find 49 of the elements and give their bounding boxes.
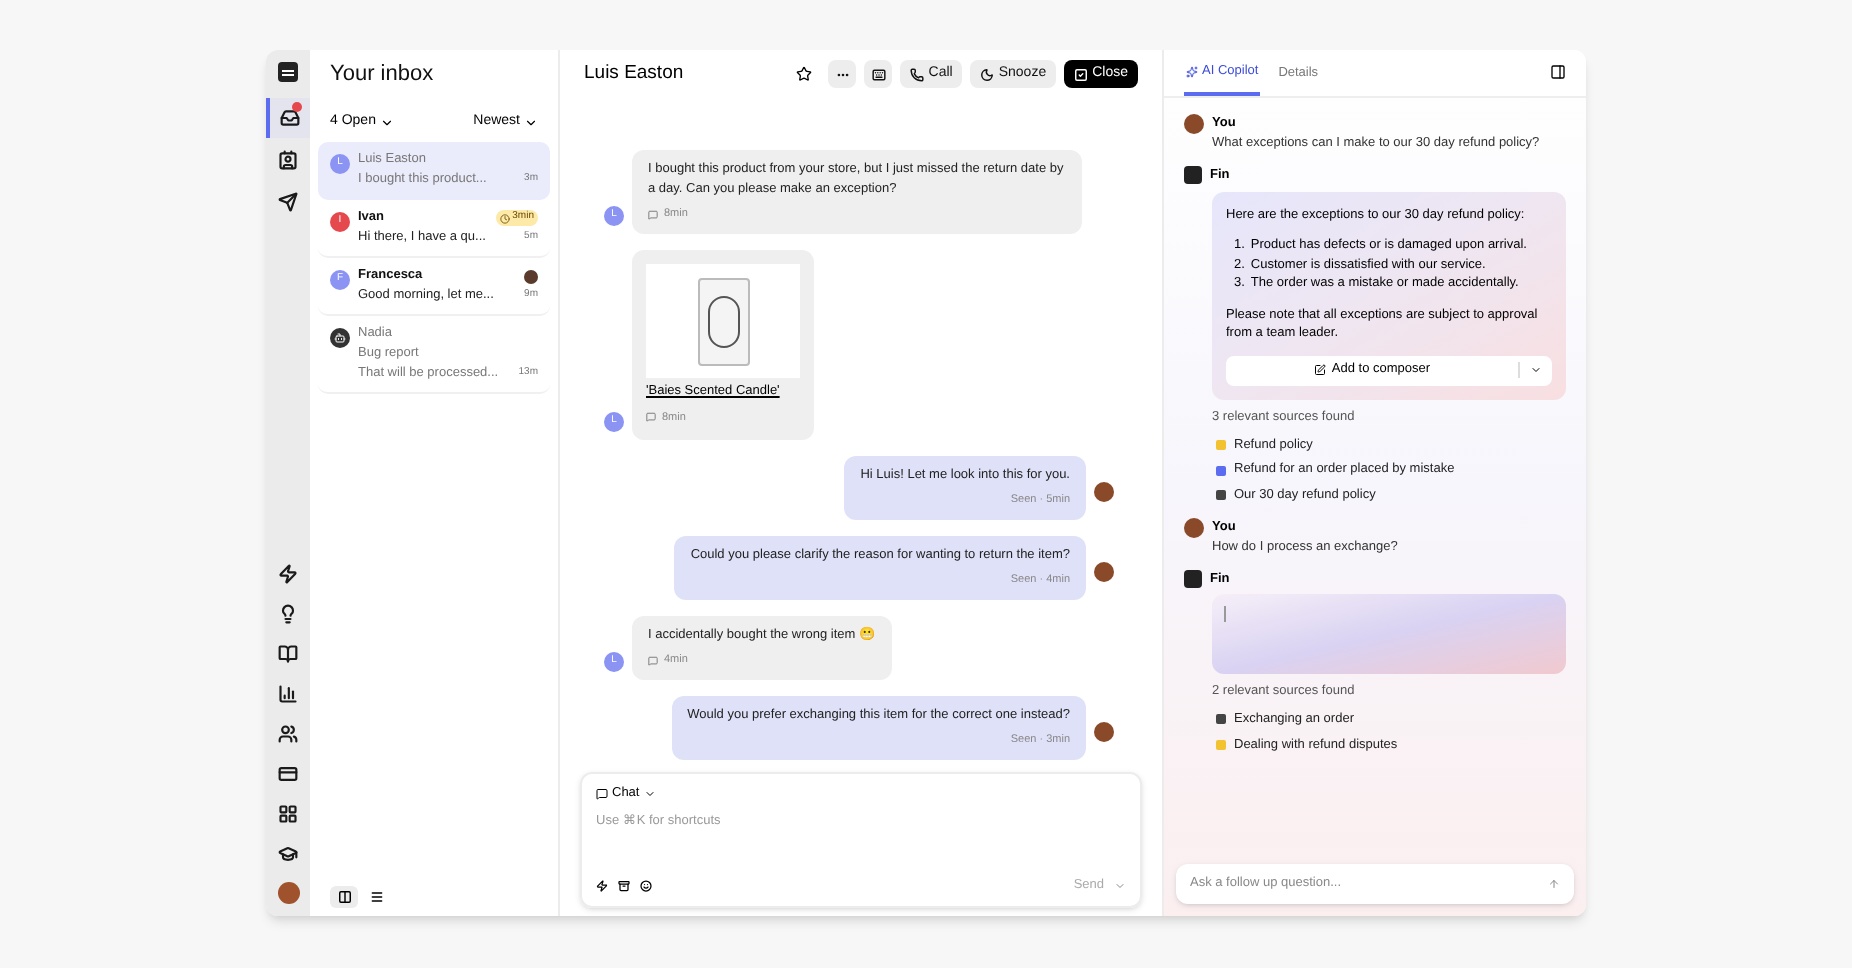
contact-card-icon bbox=[278, 150, 298, 170]
bar-chart-icon bbox=[278, 684, 298, 704]
logo-icon[interactable] bbox=[278, 62, 298, 82]
chevron-down-icon[interactable] bbox=[1530, 364, 1542, 377]
agent-avatar bbox=[1094, 562, 1114, 582]
paper-plane-icon bbox=[278, 192, 298, 212]
book-icon bbox=[278, 644, 298, 664]
user-avatar bbox=[1184, 517, 1204, 538]
chat-icon bbox=[646, 412, 656, 423]
smile-icon[interactable] bbox=[640, 880, 652, 893]
agent-avatar bbox=[1094, 482, 1114, 502]
card-icon bbox=[278, 764, 298, 784]
nav-item[interactable] bbox=[266, 98, 310, 138]
graduation-cap-icon bbox=[278, 844, 298, 864]
check-square-icon bbox=[1074, 67, 1089, 81]
clock-icon bbox=[500, 213, 511, 223]
fin-logo-icon bbox=[1184, 166, 1202, 185]
moon-icon bbox=[980, 67, 995, 81]
lightning-icon bbox=[278, 564, 298, 584]
people-icon bbox=[278, 724, 298, 744]
text-cursor bbox=[1224, 606, 1226, 623]
user-avatar bbox=[1184, 114, 1204, 134]
inbox-title: Your inbox bbox=[330, 59, 434, 90]
chevron-down-icon bbox=[643, 787, 656, 800]
columns-icon bbox=[337, 890, 351, 904]
phone-icon bbox=[910, 67, 925, 81]
user-avatar[interactable] bbox=[277, 882, 299, 904]
panel-toggle-icon[interactable] bbox=[1550, 64, 1566, 80]
agent-avatar bbox=[1094, 722, 1114, 742]
chat-icon bbox=[596, 787, 608, 800]
conversation-title: Luis Easton bbox=[584, 59, 686, 88]
star-icon[interactable] bbox=[796, 66, 813, 82]
lightning-icon[interactable] bbox=[596, 880, 608, 893]
avatar-icon bbox=[330, 328, 350, 348]
sparkle-icon bbox=[1186, 65, 1198, 77]
view-toggle[interactable] bbox=[330, 886, 358, 908]
edit-icon bbox=[1313, 364, 1326, 377]
list-icon bbox=[369, 890, 383, 904]
icon-button[interactable] bbox=[864, 60, 893, 88]
chat-icon bbox=[648, 655, 658, 665]
chat-icon bbox=[648, 209, 658, 219]
lightbulb-icon bbox=[278, 604, 298, 624]
archive-icon[interactable] bbox=[618, 880, 630, 893]
grid-icon bbox=[278, 804, 298, 824]
fin-logo-icon bbox=[1184, 569, 1202, 588]
inbox-icon bbox=[280, 108, 300, 128]
chevron-down-icon bbox=[524, 115, 538, 129]
chevron-down-icon bbox=[379, 115, 394, 129]
keyboard-icon bbox=[871, 67, 886, 81]
